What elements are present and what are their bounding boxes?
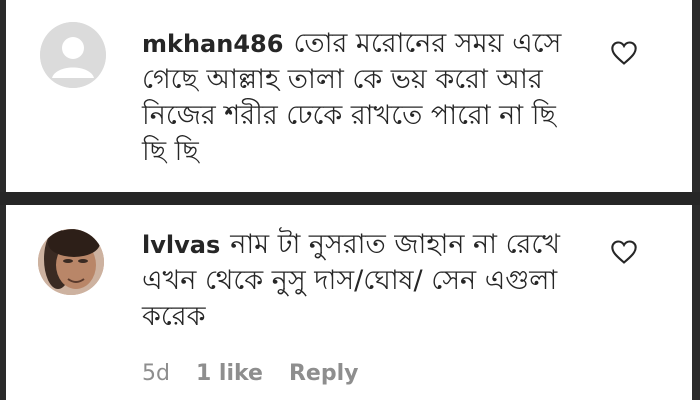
default-avatar-icon-svg — [40, 22, 106, 88]
comment-username[interactable]: lvlvas — [142, 231, 220, 259]
heart-icon[interactable] — [610, 239, 638, 265]
comment-item: lvlvas নাম টা নুসরাত জাহান না রেখে এখন থে… — [6, 205, 692, 400]
profile-photo — [38, 229, 104, 295]
comment-time: 5d — [142, 361, 170, 386]
comment-item: mkhan486 তোর মরোনের সময় এসে গেছে আল্লাহ … — [6, 0, 692, 192]
comment-likes[interactable]: 1 like — [196, 361, 263, 386]
comment-divider — [0, 192, 700, 205]
reply-button[interactable]: Reply — [289, 361, 359, 386]
heart-icon[interactable] — [610, 40, 638, 66]
profile-photo-avatar[interactable] — [38, 229, 104, 295]
screenshot-stage: mkhan486 তোর মরোনের সময় এসে গেছে আল্লাহ … — [0, 0, 700, 400]
default-avatar-icon[interactable] — [40, 22, 106, 88]
comment-body: lvlvas নাম টা নুসরাত জাহান না রেখে এখন থে… — [142, 227, 582, 335]
comment-body: mkhan486 তোর মরোনের সময় এসে গেছে আল্লাহ … — [142, 26, 582, 170]
comment-username[interactable]: mkhan486 — [142, 30, 283, 58]
comment-meta: 5d 1 like Reply — [142, 361, 358, 386]
